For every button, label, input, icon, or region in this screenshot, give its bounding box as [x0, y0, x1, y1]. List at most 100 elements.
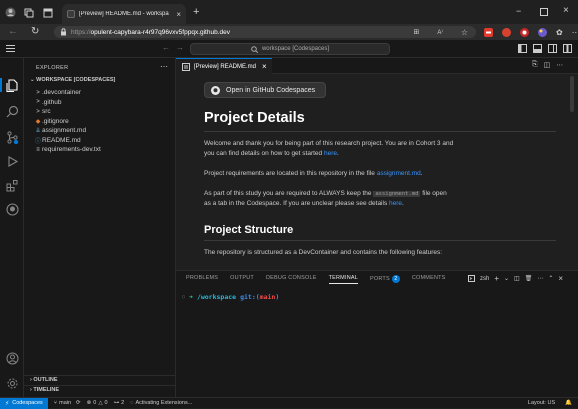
- here-link[interactable]: here: [324, 150, 337, 157]
- split-editor-icon[interactable]: ◫: [544, 61, 551, 69]
- profile-icon[interactable]: [5, 7, 16, 18]
- terminal-cwd: /workspace: [196, 293, 237, 301]
- toggle-panel-icon[interactable]: [533, 44, 542, 53]
- tree-item-assignment[interactable]: ⇊ assignment.md: [24, 126, 176, 136]
- tree-item-github[interactable]: > .github: [24, 98, 176, 108]
- tab-ports-label: PORTS: [370, 276, 390, 282]
- window-close-icon[interactable]: ×: [563, 5, 569, 16]
- tree-item-readme[interactable]: ⓘ README.md: [24, 136, 176, 146]
- source-control-icon[interactable]: [5, 130, 19, 144]
- details-link[interactable]: here: [389, 200, 402, 207]
- toggle-sidebar-icon[interactable]: [518, 44, 527, 53]
- open-in-codespaces-button[interactable]: Open in GitHub Codespaces: [204, 82, 326, 98]
- inline-code: assignment.md: [373, 191, 421, 197]
- tab-ports[interactable]: PORTS 2: [370, 275, 400, 284]
- workspace-section-header[interactable]: ⌄ WORKSPACE [CODESPACES]: [30, 77, 115, 83]
- new-tab-button[interactable]: +: [193, 6, 199, 18]
- tab-problems[interactable]: PROBLEMS: [186, 275, 218, 284]
- browser-tab-title: [Preview] README.md - workspa: [79, 11, 169, 17]
- tab-comments[interactable]: COMMENTS: [412, 275, 446, 284]
- tree-item-src[interactable]: > src: [24, 107, 176, 117]
- command-center-search[interactable]: workspace [Codespaces]: [190, 43, 390, 55]
- tab-actions-icon[interactable]: [43, 8, 53, 18]
- panel-tabs: PROBLEMS OUTPUT DEBUG CONSOLE TERMINAL P…: [186, 275, 446, 284]
- problems-indicator[interactable]: ⊗ 0 △ 0: [87, 400, 108, 406]
- bottom-panel: PROBLEMS OUTPUT DEBUG CONSOLE TERMINAL P…: [176, 270, 578, 397]
- extension-red-icon[interactable]: [484, 27, 493, 37]
- back-icon[interactable]: ←: [8, 26, 18, 37]
- app-grid-icon[interactable]: ⊞: [413, 28, 419, 36]
- keyboard-layout[interactable]: Layout: US: [528, 400, 555, 406]
- command-center-label: workspace [Codespaces]: [261, 46, 330, 52]
- customize-layout-icon[interactable]: [563, 44, 572, 53]
- browser-tab[interactable]: [Preview] README.md - workspa ×: [62, 4, 186, 24]
- terminal-dropdown-icon[interactable]: ⌄: [504, 275, 509, 282]
- maximize-icon[interactable]: [540, 8, 548, 16]
- codespaces-button-label: Open in GitHub Codespaces: [226, 86, 316, 94]
- tab-debug-console[interactable]: DEBUG CONSOLE: [266, 275, 317, 284]
- tree-item-gitignore[interactable]: ◆ .gitignore: [24, 117, 176, 127]
- editor-more-icon[interactable]: ⋯: [556, 61, 563, 69]
- kill-terminal-icon[interactable]: 🗑: [525, 275, 533, 282]
- paragraph-study: As part of this study you are required t…: [204, 189, 454, 209]
- ports-count: 2: [121, 400, 125, 406]
- timeline-section-header[interactable]: › TIMELINE: [30, 387, 59, 393]
- extension-shield-icon[interactable]: [502, 27, 511, 37]
- github-icon[interactable]: [5, 202, 19, 216]
- tree-item-label: .github: [42, 98, 62, 106]
- editor-scrollbar[interactable]: [570, 76, 574, 112]
- branch-indicator[interactable]: ⑂ main ⟳: [54, 400, 81, 406]
- outline-section-header[interactable]: › OUTLINE: [30, 377, 58, 383]
- close-panel-icon[interactable]: ×: [558, 274, 563, 283]
- folder-chevron-icon: >: [36, 89, 40, 96]
- tab-terminal[interactable]: TERMINAL: [328, 275, 358, 284]
- close-tab-icon[interactable]: ×: [176, 10, 181, 19]
- extensions-view-icon[interactable]: [5, 178, 19, 192]
- editor-tab-readme-preview[interactable]: [Preview] README.md ×: [176, 58, 272, 74]
- favorite-star-icon[interactable]: ☆: [461, 28, 468, 37]
- minimize-icon[interactable]: −: [516, 6, 521, 16]
- more-menu-icon[interactable]: ⋯: [572, 28, 578, 37]
- address-bar[interactable]: https://opulent-capybara-r4r97q96vxv5fpp…: [54, 26, 476, 38]
- panel-more-icon[interactable]: ⋯: [537, 275, 543, 282]
- terminal-prompt[interactable]: ○ ➜ /workspace git:(main): [182, 293, 279, 301]
- read-aloud-icon[interactable]: A⁾: [437, 29, 442, 36]
- assignment-link[interactable]: assignment.md: [377, 170, 421, 177]
- new-terminal-icon[interactable]: +: [494, 274, 499, 283]
- browser-tab-bar: [Preview] README.md - workspa × + − ×: [0, 0, 578, 24]
- extensions-puzzle-icon[interactable]: ✿: [556, 28, 563, 37]
- explorer-more-icon[interactable]: ⋯: [160, 62, 168, 71]
- file-tree: > .devcontainer > .github > src ◆ .gitignore…: [24, 88, 176, 155]
- extension-color-icon[interactable]: [538, 27, 547, 37]
- spinner-icon: ◌: [130, 400, 134, 406]
- nav-back-icon[interactable]: ←: [162, 43, 170, 52]
- extension-stop-icon[interactable]: [520, 27, 529, 37]
- remote-indicator[interactable]: ⚡ Codespaces: [0, 397, 48, 409]
- github-octocat-icon: [211, 85, 220, 95]
- tab-output[interactable]: OUTPUT: [230, 275, 254, 284]
- sync-icon[interactable]: ⟳: [76, 400, 81, 406]
- tree-item-requirements[interactable]: ≡ requirements-dev.txt: [24, 145, 176, 155]
- run-debug-icon[interactable]: [5, 154, 19, 168]
- ports-indicator[interactable]: ⊶ 2: [114, 400, 125, 406]
- manage-gear-icon[interactable]: [5, 376, 19, 390]
- reload-icon[interactable]: ↻: [31, 26, 39, 37]
- explorer-icon[interactable]: [5, 78, 19, 92]
- nav-forward-icon[interactable]: →: [176, 43, 184, 52]
- workspaces-icon[interactable]: [24, 8, 34, 18]
- text-file-icon: ≡: [36, 146, 40, 153]
- outline-label: OUTLINE: [33, 377, 58, 383]
- terminal-shell-name[interactable]: zsh: [480, 276, 489, 282]
- toggle-secondary-sidebar-icon[interactable]: [548, 44, 557, 53]
- menu-hamburger-icon[interactable]: [6, 44, 15, 53]
- ports-icon: ⊶: [113, 400, 120, 406]
- maximize-panel-icon[interactable]: ⌃: [548, 275, 553, 282]
- remote-icon: ⚡: [5, 400, 10, 407]
- open-source-icon[interactable]: ⎘: [532, 61, 538, 69]
- close-editor-icon[interactable]: ×: [262, 62, 267, 71]
- accounts-icon[interactable]: [5, 351, 19, 365]
- tree-item-devcontainer[interactable]: > .devcontainer: [24, 88, 176, 98]
- notifications-bell-icon[interactable]: 🔔: [565, 400, 572, 406]
- search-view-icon[interactable]: [5, 104, 19, 118]
- split-terminal-icon[interactable]: ◫: [514, 275, 520, 282]
